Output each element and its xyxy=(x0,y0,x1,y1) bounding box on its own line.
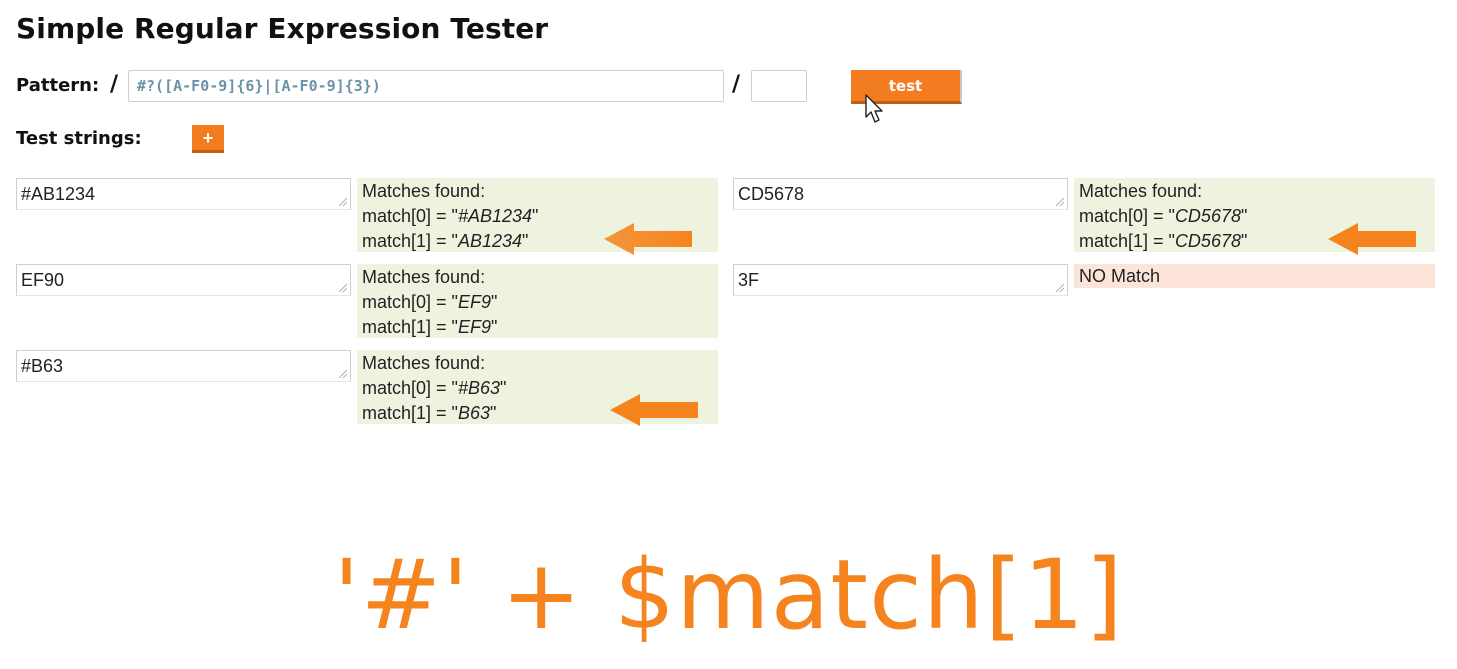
test-string-value: CD5678 xyxy=(738,184,805,204)
test-strings-label: Test strings: xyxy=(16,128,142,149)
result-heading: Matches found: xyxy=(1079,181,1203,201)
pattern-open-delimiter: / xyxy=(110,72,119,97)
resize-grip-icon[interactable] xyxy=(339,198,347,206)
result-heading: NO Match xyxy=(1079,266,1161,286)
arrow-left-icon xyxy=(610,394,698,426)
flags-input[interactable] xyxy=(751,70,807,102)
test-string-value: 3F xyxy=(738,270,760,290)
test-string-input[interactable]: 3F xyxy=(733,264,1068,296)
resize-grip-icon[interactable] xyxy=(339,370,347,378)
no-match-result: NO Match xyxy=(1074,264,1435,288)
pattern-label: Pattern: xyxy=(16,75,100,96)
result-heading: Matches found: xyxy=(362,353,486,373)
formula-annotation: '#' + $match[1] xyxy=(333,539,1124,651)
page-title: Simple Regular Expression Tester xyxy=(16,12,549,45)
resize-grip-icon[interactable] xyxy=(1056,198,1064,206)
mouse-pointer-icon xyxy=(865,94,883,123)
pattern-close-delimiter: / xyxy=(732,72,741,97)
resize-grip-icon[interactable] xyxy=(1056,284,1064,292)
add-test-string-button[interactable]: + xyxy=(192,125,224,153)
match-line: match[1] = "EF9" xyxy=(362,317,498,337)
resize-grip-icon[interactable] xyxy=(339,284,347,292)
arrow-left-icon xyxy=(1328,223,1416,255)
result-heading: Matches found: xyxy=(362,181,486,201)
test-string-value: #B63 xyxy=(21,356,64,376)
test-string-value: #AB1234 xyxy=(21,184,96,204)
match-result: Matches found: match[0] = "EF9" match[1]… xyxy=(357,264,718,338)
test-string-value: EF90 xyxy=(21,270,65,290)
pattern-row: Pattern: / / test xyxy=(16,70,976,104)
test-string-input[interactable]: CD5678 xyxy=(733,178,1068,210)
test-string-input[interactable]: #B63 xyxy=(16,350,351,382)
test-string-input[interactable]: EF90 xyxy=(16,264,351,296)
match-line: match[0] = "EF9" xyxy=(362,292,498,312)
test-string-input[interactable]: #AB1234 xyxy=(16,178,351,210)
result-heading: Matches found: xyxy=(362,267,486,287)
pattern-input[interactable] xyxy=(128,70,724,102)
arrow-left-icon xyxy=(604,223,692,255)
